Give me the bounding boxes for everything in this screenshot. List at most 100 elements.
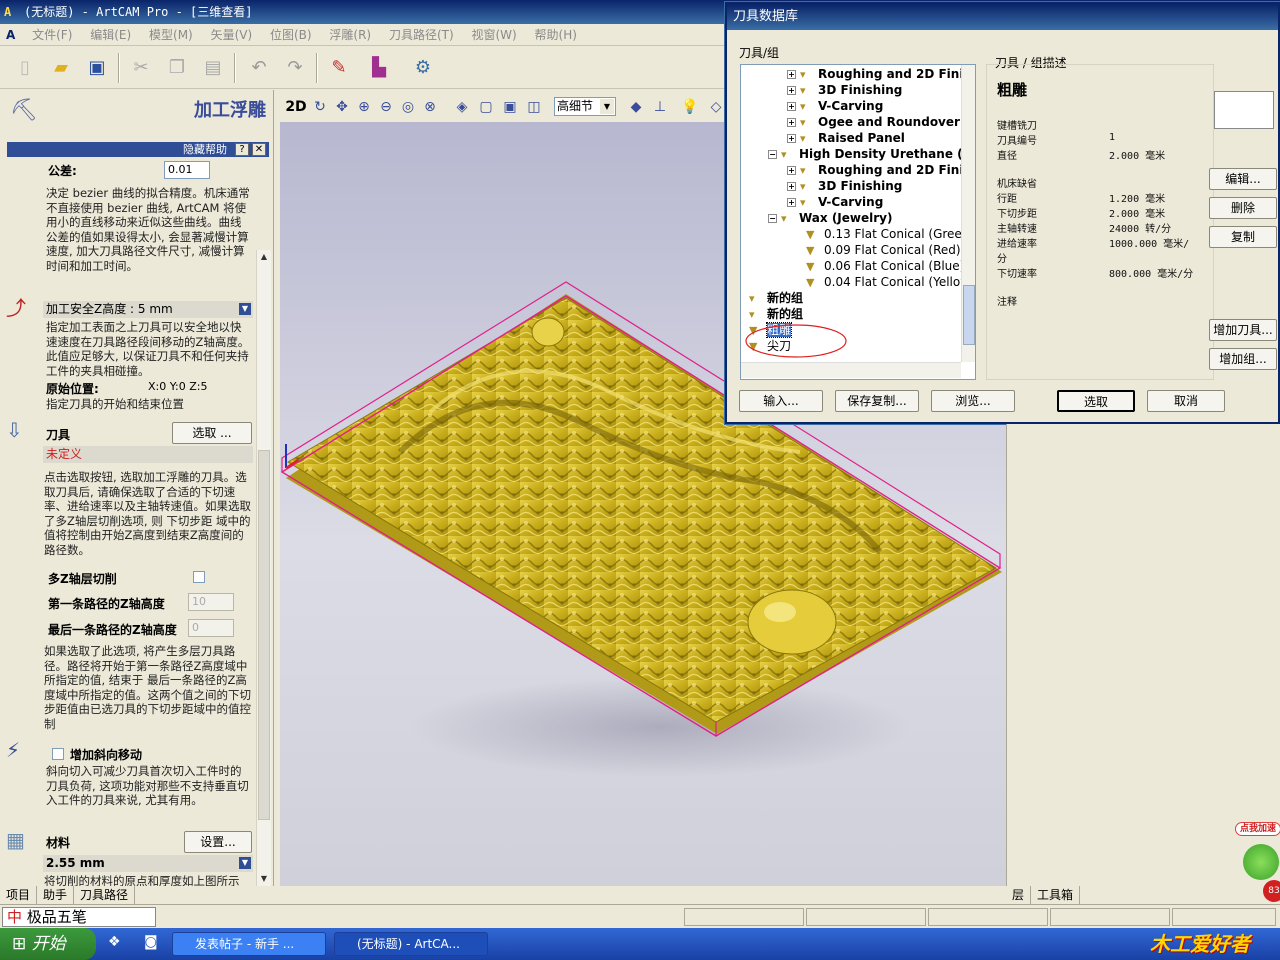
light-icon[interactable]: 💡 [680, 98, 700, 116]
collapse-icon[interactable]: − [768, 214, 777, 223]
undo-icon[interactable]: ↶ [246, 55, 272, 81]
axis-icon[interactable]: ⊥ [650, 98, 670, 116]
expand-icon[interactable]: + [787, 70, 796, 79]
zoom-box-icon[interactable]: ◎ [398, 98, 418, 116]
expand-icon[interactable]: + [787, 198, 796, 207]
scroll-down-icon[interactable]: ▼ [258, 872, 270, 886]
menu-edit[interactable]: 编辑(E) [83, 24, 138, 46]
collapse-icon[interactable]: − [768, 150, 777, 159]
cut-icon[interactable]: ✂ [128, 55, 154, 81]
tree-item[interactable]: ▾ 新的组 [749, 291, 803, 306]
quicklaunch-icon[interactable]: ❖ [108, 934, 128, 954]
tree-item[interactable]: − ▾ Wax (Jewelry) [768, 211, 892, 226]
view-top-icon[interactable]: ▢ [476, 98, 496, 116]
add-group-button[interactable]: 增加组... [1209, 348, 1277, 370]
expand-icon[interactable]: + [787, 166, 796, 175]
menu-relief[interactable]: 浮雕(R) [322, 24, 378, 46]
ramp-checkbox[interactable] [52, 748, 64, 760]
menu-model[interactable]: 模型(M) [142, 24, 200, 46]
tree-item[interactable]: ▼ 0.09 Flat Conical (Red) [806, 243, 961, 258]
expand-icon[interactable]: + [787, 86, 796, 95]
copy-button[interactable]: 复制 [1209, 226, 1277, 248]
ime-bar[interactable]: 中 极品五笔 [2, 907, 156, 927]
tree-scroll-thumb[interactable] [963, 285, 975, 345]
delete-button[interactable]: 删除 [1209, 197, 1277, 219]
book-icon[interactable]: ▙ [366, 55, 392, 81]
mode-2d-button[interactable]: 2D [284, 98, 308, 116]
add-tool-button[interactable]: 增加刀具... [1209, 319, 1277, 341]
edit-button[interactable]: 编辑... [1209, 168, 1277, 190]
frog-icon[interactable] [1243, 844, 1279, 880]
tree-item[interactable]: + ▾ Roughing and 2D Finishi [787, 67, 975, 82]
select-button[interactable]: 选取 [1057, 390, 1135, 412]
task-forum[interactable]: 发表帖子 - 新手 ... [172, 932, 326, 956]
quicklaunch-2-icon[interactable]: ◙ [144, 934, 164, 954]
safe-z-bar[interactable]: 加工安全Z高度 : 5 mm ▼ [43, 301, 253, 318]
copy-icon[interactable]: ❐ [164, 55, 190, 81]
wizard-icon[interactable]: ⚙ [410, 55, 436, 81]
expand-icon[interactable]: + [787, 102, 796, 111]
material-bar[interactable]: 2.55 mm ▼ [43, 855, 253, 872]
chevron-down-icon[interactable]: ▼ [600, 99, 614, 114]
chevron-down-icon[interactable]: ▼ [239, 303, 251, 315]
rotate-icon[interactable]: ↻ [310, 98, 330, 116]
tab-project[interactable]: 项目 [0, 886, 38, 904]
speedup-badge[interactable]: 点我加速 [1235, 822, 1280, 836]
first-z-input[interactable]: 10 [188, 593, 234, 611]
view-side-icon[interactable]: ◫ [524, 98, 544, 116]
multi-z-checkbox[interactable] [193, 571, 205, 583]
expand-icon[interactable]: + [787, 182, 796, 191]
scroll-thumb[interactable] [258, 450, 270, 820]
menu-toolpath[interactable]: 刀具路径(T) [382, 24, 461, 46]
menu-help[interactable]: 帮助(H) [528, 24, 584, 46]
expand-icon[interactable]: + [787, 118, 796, 127]
import-button[interactable]: 输入... [739, 390, 823, 412]
help-question-button[interactable]: ? [235, 143, 249, 156]
tree-item[interactable]: + ▾ 3D Finishing [787, 83, 902, 98]
tree-item[interactable]: + ▾ V-Carving [787, 195, 883, 210]
tree-scrollbar[interactable] [961, 65, 975, 362]
tree-hscrollbar[interactable] [741, 362, 961, 378]
tolerance-input[interactable]: 0.01 [164, 161, 210, 179]
zoom-fit-icon[interactable]: ⊗ [420, 98, 440, 116]
tree-item[interactable]: + ▾ Raised Panel [787, 131, 905, 146]
browse-button[interactable]: 浏览... [931, 390, 1015, 412]
tree-item[interactable]: − ▾ High Density Urethane (HDU [768, 147, 975, 162]
hide-help-label[interactable]: 隐藏帮助 [183, 143, 227, 156]
redo-icon[interactable]: ↷ [282, 55, 308, 81]
save-copy-button[interactable]: 保存复制... [835, 390, 919, 412]
menu-vector[interactable]: 矢量(V) [204, 24, 260, 46]
tree-item[interactable]: ▼ 0.13 Flat Conical (Green) [806, 227, 974, 242]
tab-toolpaths[interactable]: 刀具路径 [74, 886, 136, 904]
cancel-button[interactable]: 取消 [1147, 390, 1225, 412]
tree-item[interactable]: + ▾ V-Carving [787, 99, 883, 114]
material-setup-button[interactable]: 设置... [184, 831, 252, 853]
new-icon[interactable]: ▯ [12, 55, 38, 81]
menu-file[interactable]: 文件(F) [25, 24, 79, 46]
select-tool-button[interactable]: 选取 ... [172, 422, 252, 444]
view-extra-icon[interactable]: ◇ [706, 98, 726, 116]
tab-toolbox[interactable]: 工具箱 [1031, 886, 1081, 904]
shade-icon[interactable]: ◆ [626, 98, 646, 116]
task-artcam[interactable]: (无标题) - ArtCA... [334, 932, 488, 956]
tree-item[interactable]: + ▾ Ogee and Roundover [787, 115, 960, 130]
expand-icon[interactable]: + [787, 134, 796, 143]
tree-item[interactable]: + ▾ 3D Finishing [787, 179, 902, 194]
view-iso-icon[interactable]: ◈ [452, 98, 472, 116]
pan-icon[interactable]: ✥ [332, 98, 352, 116]
open-folder-icon[interactable]: ▰ [48, 55, 74, 81]
left-scrollbar[interactable]: ▲ ▼ [256, 250, 271, 886]
tool-tree[interactable]: + ▾ Roughing and 2D Finishi + ▾ 3D Finishing +… [740, 64, 976, 380]
view-front-icon[interactable]: ▣ [500, 98, 520, 116]
menu-window[interactable]: 视窗(W) [464, 24, 523, 46]
zoom-out-icon[interactable]: ⊖ [376, 98, 396, 116]
last-z-input[interactable]: 0 [188, 619, 234, 637]
tree-item[interactable]: ▼ 0.06 Flat Conical (Blue) [806, 259, 964, 274]
detail-select[interactable]: 高细节 ▼ [554, 97, 616, 116]
chevron-down-icon[interactable]: ▼ [239, 857, 251, 869]
tree-item[interactable]: ▼ 0.04 Flat Conical (Yellow) [806, 275, 975, 290]
zoom-in-icon[interactable]: ⊕ [354, 98, 374, 116]
tab-layers[interactable]: 层 [1006, 886, 1032, 904]
close-icon[interactable]: ✕ [252, 143, 266, 156]
paste-icon[interactable]: ▤ [200, 55, 226, 81]
